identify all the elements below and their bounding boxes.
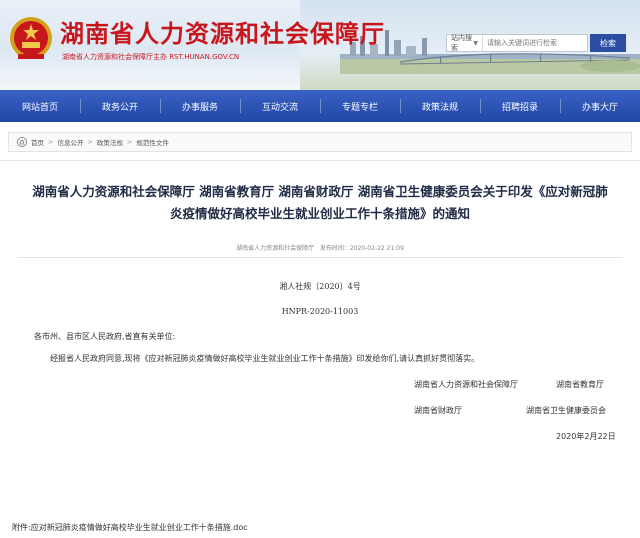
breadcrumb-separator: > [48,138,54,146]
nav-item-services[interactable]: 办事服务 [160,90,240,122]
signatory-education: 湖南省教育厅 [556,380,604,389]
article-content: 湖南省人力资源和社会保障厅 湖南省教育厅 湖南省财政厅 湖南省卫生健康委员会关于… [0,160,640,538]
chevron-down-icon: ▼ [473,39,478,47]
site-subtitle: 湖南省人力资源和社会保障厅主办 RST.HUNAN.GOV.CN [62,53,240,61]
search-scope-select[interactable]: 站内搜索 ▼ [447,34,483,52]
signatory-hrss: 湖南省人力资源和社会保障厅 [414,380,518,389]
article-title-line: 炎疫情做好高校毕业生就业创业工作十条措施》的通知 [169,206,470,221]
main-nav: 网站首页 政务公开 办事服务 互动交流 专题专栏 政策法规 招聘招录 办事大厅 [0,90,640,122]
breadcrumb-info-public[interactable]: 信息公开 [57,137,83,147]
search-input[interactable] [483,35,587,51]
body-paragraph: 经报省人民政府同意,现将《应对新冠肺炎疫情做好高校毕业生就业创业工作十条措施》印… [50,354,480,363]
site-title: 湖南省人力资源和社会保障厅 [60,20,385,48]
breadcrumb-policies[interactable]: 政策法规 [97,137,123,147]
breadcrumb-normative-docs[interactable]: 规范性文件 [136,137,169,147]
document-number: 湘人社规〔2020〕4号 [279,282,361,291]
publish-time: 2020-02-22 21:09 [349,245,404,252]
document-date: 2020年2月22日 [556,432,616,441]
signatory-health: 湖南省卫生健康委员会 [526,406,606,415]
site-header: 湖南省人力资源和社会保障厅 湖南省人力资源和社会保障厅主办 RST.HUNAN.… [0,0,640,90]
nav-item-government-affairs[interactable]: 政务公开 [80,90,160,122]
breadcrumb-separator: > [87,138,93,146]
search-scope-label: 站内搜索 [451,34,472,52]
nav-item-interaction[interactable]: 互动交流 [240,90,320,122]
salutation: 各市州、县市区人民政府,省直有关单位: [34,332,176,341]
publish-label: 发布时间： [319,245,350,252]
article-title: 湖南省人力资源和社会保障厅 湖南省教育厅 湖南省财政厅 湖南省卫生健康委员会关于… [10,181,630,225]
article-meta: 湖南省人力资源和社会保障厅 发布时间：2020-02-22 21:09 [0,243,640,252]
breadcrumb-home[interactable]: 首页 [31,137,44,147]
signatory-finance: 湖南省财政厅 [414,406,462,415]
nav-item-special-topics[interactable]: 专题专栏 [320,90,400,122]
meta-divider [18,257,622,258]
hnpr-number: HNPR-2020-11003 [281,307,359,316]
attachment-link[interactable]: 附件:应对新冠肺炎疫情做好高校毕业生就业创业工作十条措施.doc [12,522,248,533]
breadcrumb-separator: > [126,138,133,146]
nav-item-recruitment[interactable]: 招聘招录 [480,90,560,122]
national-emblem-icon [10,17,52,59]
article-title-line: 湖南省人力资源和社会保障厅 湖南省教育厅 湖南省财政厅 湖南省卫生健康委员会关于… [32,184,608,199]
nav-item-service-hall[interactable]: 办事大厅 [560,90,640,122]
nav-item-home[interactable]: 网站首页 [0,90,80,122]
home-icon [17,137,27,147]
article-source: 湖南省人力资源和社会保障厅 [236,245,315,252]
search-box: 站内搜索 ▼ [446,34,588,52]
nav-item-policies[interactable]: 政策法规 [400,90,480,122]
breadcrumb: 首页 > 信息公开 > 政策法规 > 规范性文件 [8,132,632,152]
search-button[interactable]: 检索 [590,34,626,52]
